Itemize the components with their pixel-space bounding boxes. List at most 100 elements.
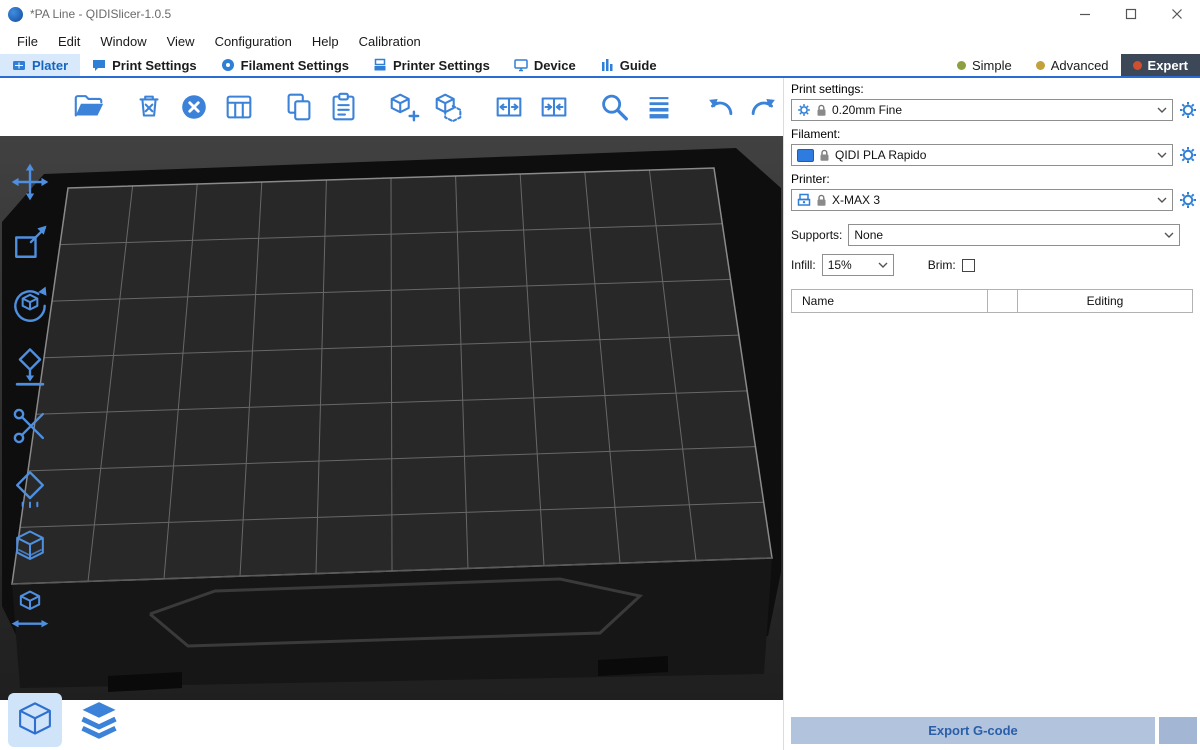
mode-simple[interactable]: Simple xyxy=(945,54,1024,76)
tab-device[interactable]: Device xyxy=(502,54,588,76)
remove-instance-button[interactable] xyxy=(430,88,468,126)
delete-all-button[interactable] xyxy=(175,88,213,126)
print-settings-value: 0.20mm Fine xyxy=(832,103,902,117)
open-button[interactable] xyxy=(70,88,108,126)
maximize-button[interactable] xyxy=(1108,0,1154,28)
split-to-parts-button[interactable] xyxy=(535,88,573,126)
copy-button[interactable] xyxy=(280,88,318,126)
variable-layer-height-button[interactable] xyxy=(640,88,678,126)
undo-button[interactable] xyxy=(701,88,739,126)
menu-file[interactable]: File xyxy=(7,28,48,54)
search-icon xyxy=(597,90,631,124)
measure-cube-icon xyxy=(8,526,52,570)
print-settings-combo[interactable]: 0.20mm Fine xyxy=(791,99,1173,121)
column-name[interactable]: Name xyxy=(792,290,988,312)
arrange-icon xyxy=(222,90,256,124)
advanced-mode-dot xyxy=(1036,61,1045,70)
supports-combo[interactable]: None xyxy=(848,224,1180,246)
filament-gear-button[interactable] xyxy=(1178,145,1198,165)
layer-height-icon xyxy=(642,90,676,124)
split-parts-icon xyxy=(537,90,571,124)
mode-expert[interactable]: Expert xyxy=(1121,54,1200,76)
arrange-button[interactable] xyxy=(220,88,258,126)
menu-configuration[interactable]: Configuration xyxy=(205,28,302,54)
tab-label: Device xyxy=(534,58,576,73)
add-instance-icon xyxy=(387,90,421,124)
minimize-button[interactable] xyxy=(1062,0,1108,28)
search-button[interactable] xyxy=(596,88,634,126)
rotate-tool-button[interactable] xyxy=(6,280,54,328)
add-instance-button[interactable] xyxy=(385,88,423,126)
mirror-tool-button[interactable] xyxy=(6,585,54,633)
mode-label: Simple xyxy=(972,58,1012,73)
tab-plater[interactable]: Plater xyxy=(0,54,80,76)
menu-view[interactable]: View xyxy=(157,28,205,54)
rotate-icon xyxy=(8,282,52,326)
menu-help[interactable]: Help xyxy=(302,28,349,54)
seam-tool-button[interactable] xyxy=(6,463,54,511)
menu-calibration[interactable]: Calibration xyxy=(349,28,431,54)
lock-icon xyxy=(816,104,827,117)
tab-printer-settings[interactable]: Printer Settings xyxy=(361,54,502,76)
move-tool-button[interactable] xyxy=(6,158,54,206)
tabbar: Plater Print Settings Filament Settings … xyxy=(0,54,1200,78)
split-objects-icon xyxy=(492,90,526,124)
chevron-down-icon xyxy=(1160,232,1174,238)
preview-view-button[interactable] xyxy=(72,693,126,747)
close-button[interactable] xyxy=(1154,0,1200,28)
infill-combo[interactable]: 15% xyxy=(822,254,894,276)
delete-all-icon xyxy=(177,90,211,124)
cut-scissors-icon xyxy=(8,404,52,448)
infill-label: Infill: xyxy=(791,258,816,272)
chevron-down-icon xyxy=(1153,197,1167,203)
export-options-button[interactable] xyxy=(1159,717,1197,744)
print-settings-gear-button[interactable] xyxy=(1178,100,1198,120)
device-icon xyxy=(514,58,528,72)
move-icon xyxy=(8,160,52,204)
scale-tool-button[interactable] xyxy=(6,219,54,267)
object-list-header: Name Editing xyxy=(791,289,1193,313)
printer-gear-button[interactable] xyxy=(1178,190,1198,210)
brim-checkbox[interactable] xyxy=(962,259,975,272)
filament-color-swatch xyxy=(797,149,814,162)
measure-tool-button[interactable] xyxy=(6,524,54,572)
printer-combo[interactable]: X-MAX 3 xyxy=(791,189,1173,211)
preview-layers-icon xyxy=(77,698,121,742)
place-on-face-tool-button[interactable] xyxy=(6,341,54,389)
scene-3d-bed[interactable] xyxy=(0,136,783,700)
print-settings-icon xyxy=(92,58,106,72)
mode-advanced[interactable]: Advanced xyxy=(1024,54,1121,76)
tab-label: Plater xyxy=(32,58,68,73)
delete-button[interactable] xyxy=(131,88,169,126)
trash-icon xyxy=(132,90,166,124)
mode-label: Expert xyxy=(1148,58,1188,73)
maximize-icon xyxy=(1125,8,1137,20)
print-profile-gear-icon xyxy=(797,103,811,117)
redo-button[interactable] xyxy=(745,88,783,126)
column-icon[interactable] xyxy=(988,290,1018,312)
close-icon xyxy=(1171,8,1183,20)
menu-window[interactable]: Window xyxy=(90,28,156,54)
cut-tool-button[interactable] xyxy=(6,402,54,450)
plater-icon xyxy=(12,58,26,72)
menu-edit[interactable]: Edit xyxy=(48,28,90,54)
tab-print-settings[interactable]: Print Settings xyxy=(80,54,209,76)
filament-combo[interactable]: QIDI PLA Rapido xyxy=(791,144,1173,166)
object-list[interactable] xyxy=(791,313,1193,693)
redo-icon xyxy=(747,90,781,124)
chevron-down-icon xyxy=(1153,107,1167,113)
editor-cube-icon xyxy=(14,699,56,741)
split-to-objects-button[interactable] xyxy=(491,88,529,126)
gl-toolbar xyxy=(0,78,783,136)
gizmo-toolbar xyxy=(6,158,54,633)
tab-guide[interactable]: Guide xyxy=(588,54,669,76)
undo-icon xyxy=(703,90,737,124)
paste-button[interactable] xyxy=(325,88,363,126)
tab-filament-settings[interactable]: Filament Settings xyxy=(209,54,361,76)
viewport-3d[interactable] xyxy=(0,78,783,750)
editor-view-button[interactable] xyxy=(8,693,62,747)
remove-instance-icon xyxy=(432,90,466,124)
export-gcode-button[interactable]: Export G-code xyxy=(791,717,1155,744)
column-editing[interactable]: Editing xyxy=(1018,290,1192,312)
infill-value: 15% xyxy=(828,258,852,272)
